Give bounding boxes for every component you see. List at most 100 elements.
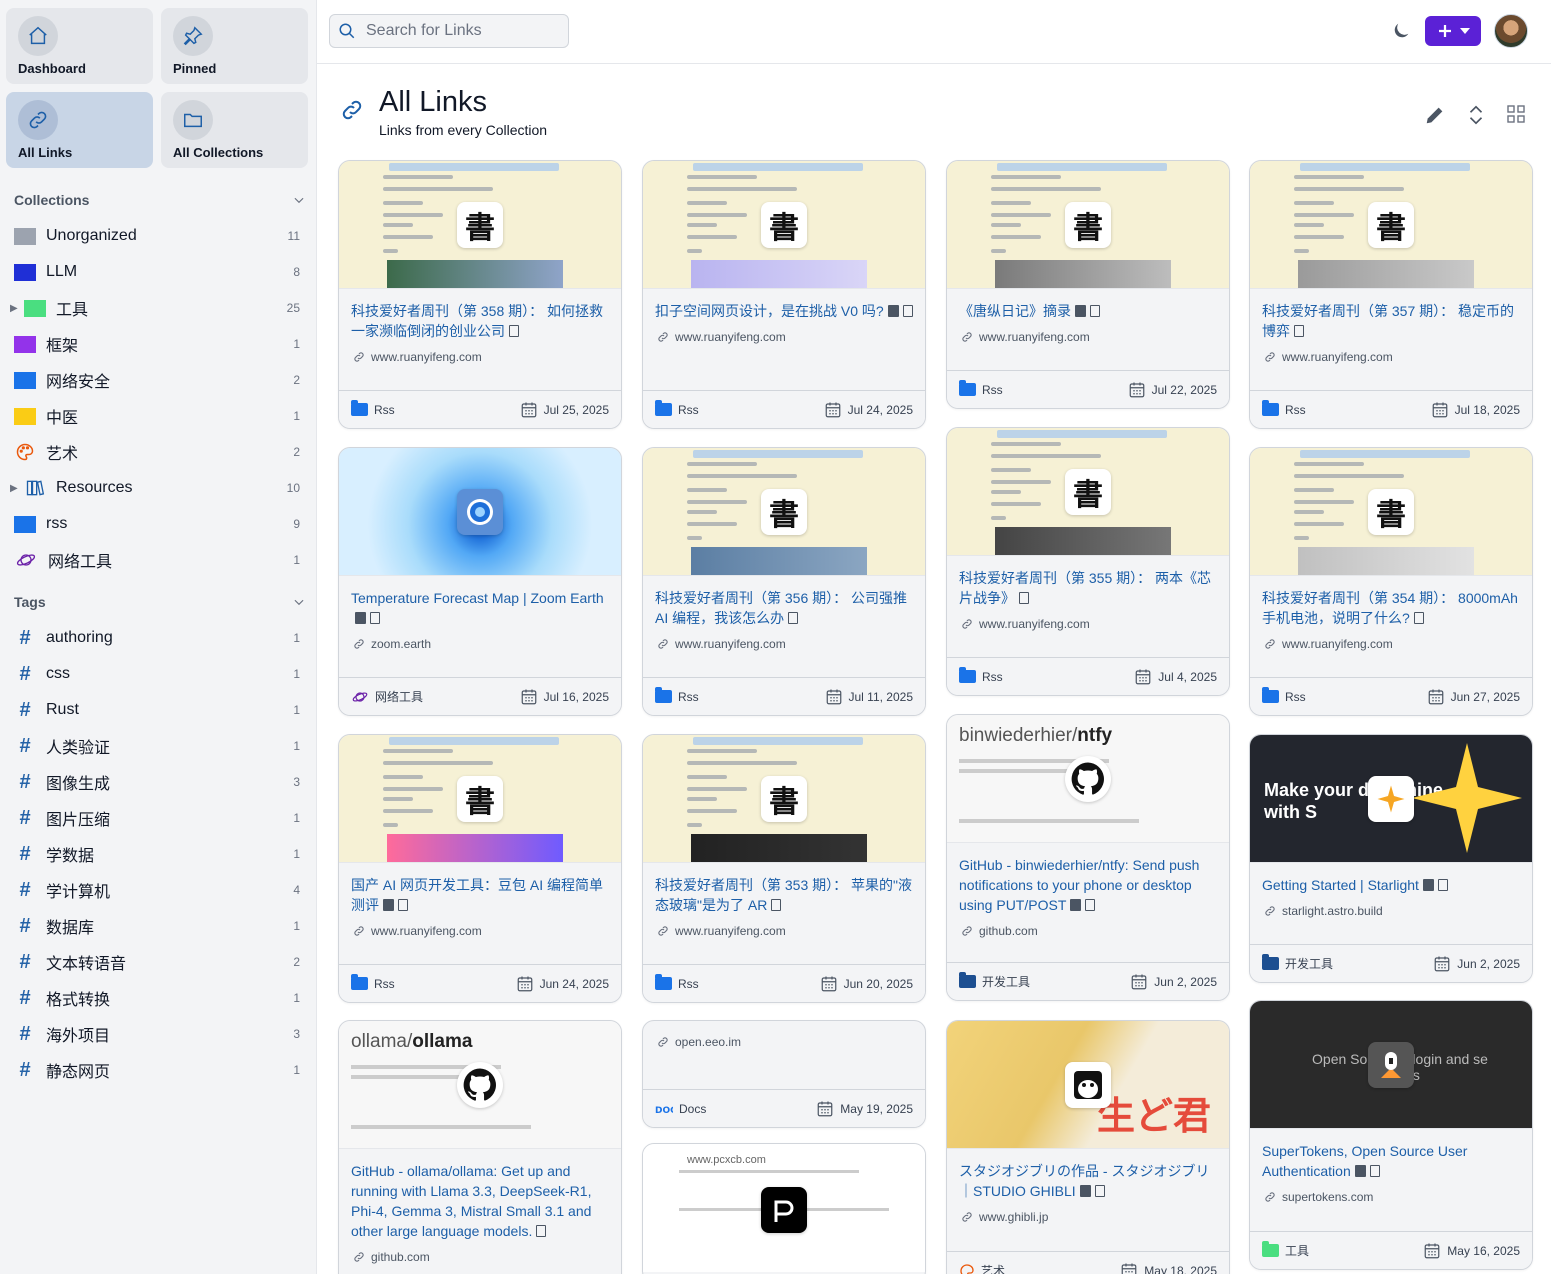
collection-item[interactable]: 艺术 2 — [0, 434, 316, 470]
document-preview-icon[interactable] — [509, 325, 519, 337]
link-thumbnail[interactable]: ollama/ollama — [339, 1021, 621, 1149]
link-card[interactable]: www.pcxcb.com — [642, 1143, 926, 1274]
link-url[interactable]: www.ruanyifeng.com — [1250, 341, 1532, 369]
document-preview-icon[interactable] — [398, 899, 408, 911]
tag-item[interactable]: # 学数据 1 — [0, 836, 316, 872]
view-mode-button[interactable] — [1506, 104, 1526, 129]
edit-button[interactable] — [1424, 104, 1446, 131]
nav-all-links[interactable]: All Links — [6, 92, 153, 168]
link-thumbnail[interactable]: binwiederhier/ntfy — [947, 715, 1229, 843]
card-collection[interactable]: 工具 — [1262, 1241, 1309, 1259]
tag-item[interactable]: # css 1 — [0, 656, 316, 692]
link-title[interactable]: スタジオジブリの作品 - スタジオジブリ｜STUDIO GHIBLI — [947, 1149, 1229, 1201]
link-title[interactable]: 科技爱好者周刊（第 354 期）： 8000mAh 手机电池，说明了什么? — [1250, 576, 1532, 628]
link-title[interactable]: 科技爱好者周刊（第 358 期）： 如何拯救一家濒临倒闭的创业公司 — [339, 289, 621, 341]
link-card[interactable]: 書 《唐纵日记》摘录 www.ruanyifeng.com Rss Jul 22… — [946, 160, 1230, 409]
link-card[interactable]: Temperature Forecast Map | Zoom Earth zo… — [338, 447, 622, 716]
card-collection[interactable]: Rss — [351, 974, 395, 991]
add-new-button[interactable] — [1425, 16, 1481, 46]
image-preview-icon[interactable] — [1422, 879, 1434, 891]
search-box[interactable] — [329, 14, 569, 48]
link-url[interactable]: www.ruanyifeng.com — [643, 321, 925, 349]
sort-button[interactable] — [1466, 104, 1486, 131]
link-card[interactable]: 書 科技爱好者周刊（第 353 期）： 苹果的"液态玻璃"是为了 AR www.… — [642, 734, 926, 1003]
link-thumbnail[interactable]: 書 — [947, 161, 1229, 289]
link-title[interactable]: Getting Started | Starlight — [1250, 863, 1532, 895]
link-url[interactable]: www.ghibli.jp — [947, 1201, 1229, 1229]
link-url[interactable]: www.ruanyifeng.com — [1250, 628, 1532, 656]
link-card[interactable]: binwiederhier/ntfy GitHub - binwiederhie… — [946, 714, 1230, 1001]
document-preview-icon[interactable] — [1369, 1165, 1380, 1177]
tag-item[interactable]: # Rust 1 — [0, 692, 316, 728]
link-card[interactable]: Make your d ht shine with S Getting Star… — [1249, 734, 1533, 983]
link-url[interactable]: starlight.astro.build — [1250, 895, 1532, 923]
card-collection[interactable]: Rss — [655, 687, 699, 704]
collection-item[interactable]: ▶ 工具 25 — [0, 290, 316, 326]
link-card[interactable]: 書 国产 AI 网页开发工具：豆包 AI 编程简单测评 www.ruanyife… — [338, 734, 622, 1003]
nav-all-collections[interactable]: All Collections — [161, 92, 308, 168]
link-title[interactable]: 科技爱好者周刊（第 356 期）： 公司强推 AI 编程，我该怎么办 — [643, 576, 925, 628]
link-url[interactable]: www.ruanyifeng.com — [339, 341, 621, 369]
link-card[interactable]: 生ど君 スタジオジブリの作品 - スタジオジブリ｜STUDIO GHIBLI w… — [946, 1020, 1230, 1274]
link-card[interactable]: Open Sour with login and se ssions Super… — [1249, 1000, 1533, 1270]
card-collection[interactable]: 艺术 — [959, 1262, 1005, 1274]
image-preview-icon[interactable] — [383, 899, 394, 911]
collection-item[interactable]: 网络安全 2 — [0, 362, 316, 398]
link-thumbnail[interactable]: www.pcxcb.com — [643, 1144, 925, 1272]
card-collection[interactable]: 开发工具 — [959, 972, 1030, 990]
image-preview-icon[interactable] — [355, 612, 366, 624]
document-preview-icon[interactable] — [1094, 1185, 1105, 1197]
tag-item[interactable]: # 人类验证 1 — [0, 728, 316, 764]
tag-item[interactable]: # 静态网页 1 — [0, 1052, 316, 1088]
document-preview-icon[interactable] — [1019, 592, 1029, 604]
collection-item[interactable]: 框架 1 — [0, 326, 316, 362]
link-thumbnail[interactable]: 書 — [339, 735, 621, 863]
image-preview-icon[interactable] — [1079, 1185, 1091, 1197]
link-card[interactable]: 書 科技爱好者周刊（第 356 期）： 公司强推 AI 编程，我该怎么办 www… — [642, 447, 926, 716]
link-card[interactable]: 書 科技爱好者周刊（第 354 期）： 8000mAh 手机电池，说明了什么? … — [1249, 447, 1533, 716]
card-collection[interactable]: 开发工具 — [1262, 954, 1333, 972]
image-preview-icon[interactable] — [887, 305, 899, 317]
card-collection[interactable]: Rss — [959, 380, 1003, 397]
document-preview-icon[interactable] — [1090, 305, 1100, 317]
expand-caret-icon[interactable]: ▶ — [10, 303, 20, 314]
link-thumbnail[interactable]: 生ど君 — [947, 1021, 1229, 1149]
nav-pinned[interactable]: Pinned — [161, 8, 308, 84]
link-title[interactable]: 科技爱好者周刊（第 353 期）： 苹果的"液态玻璃"是为了 AR — [643, 863, 925, 915]
tag-item[interactable]: # 学计算机 4 — [0, 872, 316, 908]
collection-item[interactable]: 网络工具 1 — [0, 542, 316, 578]
link-thumbnail[interactable] — [339, 448, 621, 576]
card-collection[interactable]: Rss — [1262, 687, 1306, 704]
collection-item[interactable]: 中医 1 — [0, 398, 316, 434]
image-preview-icon[interactable] — [1070, 899, 1082, 911]
link-title[interactable]: 《唐纵日记》摘录 — [947, 289, 1229, 321]
link-card[interactable]: 書 科技爱好者周刊（第 357 期）： 稳定币的博弈 www.ruanyifen… — [1249, 160, 1533, 429]
link-card[interactable]: open.eeo.im DOCDocs May 19, 2025 — [642, 1020, 926, 1128]
link-title[interactable]: GitHub - binwiederhier/ntfy: Send push n… — [947, 843, 1229, 915]
link-thumbnail[interactable]: 書 — [643, 161, 925, 289]
image-preview-icon[interactable] — [1075, 305, 1086, 317]
search-input[interactable] — [366, 22, 556, 40]
link-url[interactable]: www.ruanyifeng.com — [947, 321, 1229, 349]
link-url[interactable]: zoom.earth — [339, 628, 621, 656]
tag-item[interactable]: # authoring 1 — [0, 620, 316, 656]
link-thumbnail[interactable]: 書 — [1250, 448, 1532, 576]
link-url[interactable]: www.ruanyifeng.com — [643, 915, 925, 943]
card-collection[interactable]: Rss — [655, 400, 699, 417]
collection-item[interactable]: LLM 8 — [0, 254, 316, 290]
link-title[interactable]: 科技爱好者周刊（第 357 期）： 稳定币的博弈 — [1250, 289, 1532, 341]
card-collection[interactable]: Rss — [655, 974, 699, 991]
link-url[interactable]: www.ruanyifeng.com — [947, 608, 1229, 636]
collection-item[interactable]: Unorganized 11 — [0, 218, 316, 254]
link-thumbnail[interactable]: Open Sour with login and se ssions — [1250, 1001, 1532, 1129]
document-preview-icon[interactable] — [1085, 899, 1096, 911]
collections-heading[interactable]: Collections — [0, 188, 316, 212]
card-collection[interactable]: DOCDocs — [655, 1102, 706, 1116]
document-preview-icon[interactable] — [788, 612, 799, 624]
collection-item[interactable]: rss 9 — [0, 506, 316, 542]
tag-item[interactable]: # 海外项目 3 — [0, 1016, 316, 1052]
expand-caret-icon[interactable]: ▶ — [10, 483, 20, 494]
link-url[interactable]: supertokens.com — [1250, 1181, 1532, 1209]
document-preview-icon[interactable] — [370, 612, 380, 624]
tag-item[interactable]: # 文本转语音 2 — [0, 944, 316, 980]
